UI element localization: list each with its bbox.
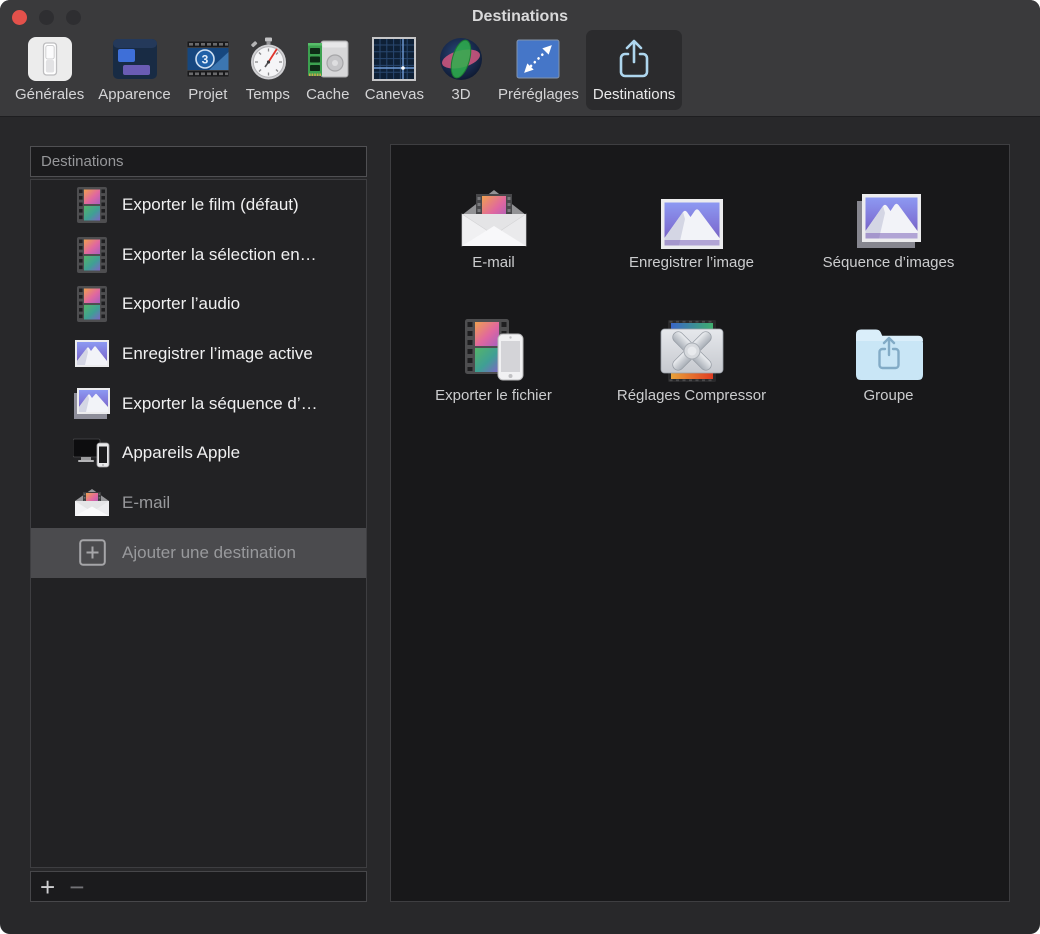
destination-tile-label: Groupe: [790, 387, 987, 404]
list-item-exporter-audio[interactable]: Exporter l’audio: [31, 279, 366, 329]
toolbar-label: 3D: [451, 86, 470, 103]
toolbar-item-apparence[interactable]: Apparence: [91, 30, 178, 110]
destination-tile-reglages-compressor[interactable]: Réglages Compressor: [593, 298, 790, 404]
list-item-label: E-mail: [122, 493, 170, 513]
sidebar-header: Destinations: [30, 146, 367, 177]
preferences-window: Destinations Générales: [0, 0, 1040, 934]
sidebar-header-label: Destinations: [41, 153, 124, 170]
svg-text:3: 3: [201, 53, 208, 67]
preferences-toolbar: Générales Apparence: [8, 30, 682, 110]
list-item-email[interactable]: E-mail: [31, 478, 366, 528]
destination-tile-groupe[interactable]: Groupe: [790, 298, 987, 404]
filmstrip-icon: [73, 237, 111, 273]
destination-tile-label: Réglages Compressor: [593, 387, 790, 404]
list-item-exporter-sequence[interactable]: Exporter la séquence d’…: [31, 379, 366, 429]
toolbar-label: Préréglages: [498, 86, 579, 103]
window-title: Destinations: [0, 8, 1040, 26]
toolbar-item-projet[interactable]: 3 Projet: [178, 30, 238, 110]
project-film-icon: 3: [185, 34, 231, 84]
list-item-label: Ajouter une destination: [122, 543, 296, 563]
list-item-exporter-le-film[interactable]: Exporter le film (défaut): [31, 180, 366, 230]
add-destination-button[interactable]: +: [40, 877, 55, 897]
open-envelope-film-icon: [395, 165, 592, 249]
toolbar-item-cache[interactable]: Cache: [298, 30, 358, 110]
list-item-label: Appareils Apple: [122, 443, 240, 463]
filmstrip-phone-icon: [395, 298, 592, 382]
list-item-appareils-apple[interactable]: Appareils Apple: [31, 428, 366, 478]
list-item-exporter-la-selection[interactable]: Exporter la sélection en…: [31, 230, 366, 280]
destination-tile-label: Séquence d’images: [790, 254, 987, 271]
stopwatch-icon: [245, 34, 291, 84]
destination-tile-sequence-images[interactable]: Séquence d’images: [790, 165, 987, 271]
destination-tile-label: Enregistrer l’image: [593, 254, 790, 271]
share-icon: [611, 34, 657, 84]
photo-icon: [73, 340, 111, 367]
destination-tile-enregistrer-image[interactable]: Enregistrer l’image: [593, 165, 790, 271]
list-item-label: Exporter la sélection en…: [122, 245, 317, 265]
toolbar-label: Apparence: [98, 86, 171, 103]
titlebar-toolbar: Destinations Générales: [0, 0, 1040, 117]
destination-tile-exporter-fichier[interactable]: Exporter le fichier: [395, 298, 592, 404]
toolbar-item-generales[interactable]: Générales: [8, 30, 91, 110]
appearance-icon: [112, 34, 158, 84]
memory-disk-icon: [305, 34, 351, 84]
envelope-icon: [73, 488, 111, 517]
compressor-icon: [593, 298, 790, 382]
toolbar-item-3d[interactable]: 3D: [431, 30, 491, 110]
sidebar-footer: + −: [30, 871, 367, 902]
toolbar-item-destinations[interactable]: Destinations: [586, 30, 683, 110]
toolbar-item-prereglages[interactable]: Préréglages: [491, 30, 586, 110]
apple-devices-icon: [73, 438, 111, 468]
toolbar-label: Canevas: [365, 86, 424, 103]
filmstrip-icon: [73, 187, 111, 223]
remove-destination-button[interactable]: −: [69, 877, 84, 897]
toolbar-item-temps[interactable]: Temps: [238, 30, 298, 110]
list-item-enregistrer-image-active[interactable]: Enregistrer l’image active: [31, 329, 366, 379]
share-folder-icon: [790, 298, 987, 382]
list-item-label: Exporter l’audio: [122, 294, 240, 314]
toolbar-label: Projet: [188, 86, 227, 103]
destination-types-panel: E-mail Enregistrer l’image: [390, 144, 1010, 902]
filmstrip-icon: [73, 286, 111, 322]
toolbar-item-canevas[interactable]: Canevas: [358, 30, 431, 110]
toolbar-label: Cache: [306, 86, 349, 103]
toolbar-label: Générales: [15, 86, 84, 103]
sphere-3d-icon: [438, 34, 484, 84]
resize-arrow-icon: [515, 34, 561, 84]
photo-stack-icon: [73, 388, 111, 419]
plus-box-icon: [73, 539, 111, 566]
toolbar-label: Temps: [246, 86, 290, 103]
destination-tile-label: Exporter le fichier: [395, 387, 592, 404]
canvas-grid-icon: [371, 34, 417, 84]
destination-tile-label: E-mail: [395, 254, 592, 271]
photo-stack-icon: [790, 165, 987, 249]
destinations-list: Exporter le film (défaut) Exporter la sé…: [30, 179, 367, 868]
destination-tile-email[interactable]: E-mail: [395, 165, 592, 271]
photo-icon: [593, 165, 790, 249]
switch-icon: [27, 34, 73, 84]
toolbar-label: Destinations: [593, 86, 676, 103]
list-item-label: Exporter le film (défaut): [122, 195, 299, 215]
list-item-ajouter-destination[interactable]: Ajouter une destination: [31, 528, 366, 578]
list-item-label: Enregistrer l’image active: [122, 344, 313, 364]
list-item-label: Exporter la séquence d’…: [122, 394, 318, 414]
